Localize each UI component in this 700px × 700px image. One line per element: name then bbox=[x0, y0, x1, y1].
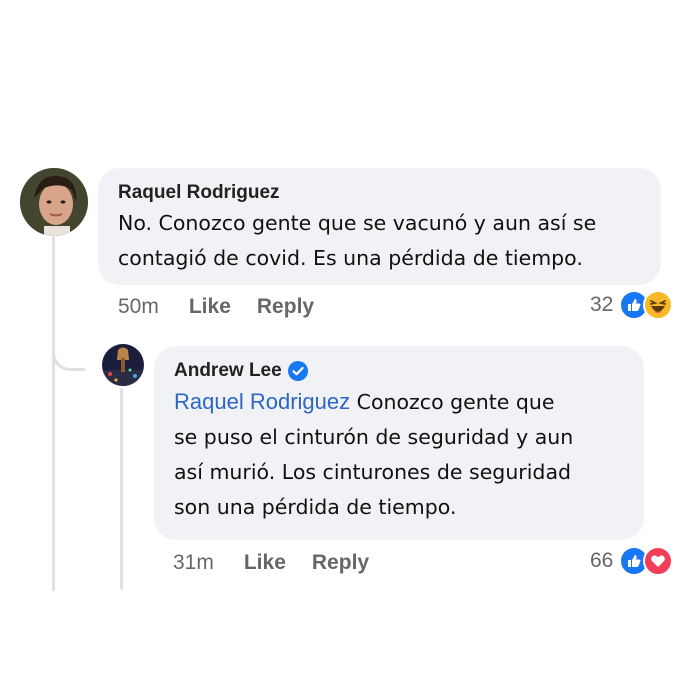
reply-button[interactable]: Reply bbox=[312, 551, 369, 575]
comment-meta: 50m Like Reply bbox=[118, 295, 340, 319]
comment-text: No. Conozco gente que se vacunó y aun as… bbox=[118, 206, 661, 276]
like-button[interactable]: Like bbox=[244, 551, 286, 575]
comment-meta: 31m Like Reply bbox=[173, 551, 395, 575]
love-icon bbox=[643, 546, 674, 576]
reaction-summary[interactable]: 32 bbox=[590, 290, 674, 320]
comment-timestamp[interactable]: 50m bbox=[118, 295, 159, 319]
thread-line-main bbox=[52, 236, 55, 591]
comment-text-line: No. Conozco gente que se vacunó y aun as… bbox=[118, 211, 597, 235]
avatar[interactable] bbox=[102, 344, 144, 386]
reply-bubble: Andrew Lee Raquel Rodriguez Conozco gent… bbox=[154, 346, 644, 540]
comment-text-line: así murió. Los cinturones de seguridad bbox=[174, 460, 572, 484]
reaction-count: 66 bbox=[590, 549, 614, 572]
like-button[interactable]: Like bbox=[189, 295, 231, 319]
comment-text: Raquel Rodriguez Conozco gente que se pu… bbox=[174, 384, 644, 525]
comment-bubble: Raquel Rodriguez No. Conozco gente que s… bbox=[98, 168, 661, 285]
reply-button[interactable]: Reply bbox=[257, 295, 314, 319]
verified-badge-icon bbox=[287, 361, 308, 381]
author-name[interactable]: Andrew Lee bbox=[174, 360, 282, 382]
user-avatar-image bbox=[20, 168, 88, 236]
comment-text-line: contagió de covid. Es una pérdida de tie… bbox=[118, 246, 583, 270]
comment-text-line: Raquel Rodriguez Conozco gente que bbox=[174, 384, 644, 420]
comment-text-line: se puso el cinturón de seguridad y aun bbox=[174, 425, 574, 449]
comment-text-line: son una pérdida de tiempo. bbox=[174, 495, 457, 519]
avatar[interactable] bbox=[20, 168, 88, 236]
user-avatar-image bbox=[102, 344, 144, 386]
comment-text-segment: Conozco gente que bbox=[356, 390, 555, 414]
comment-author[interactable]: Andrew Lee bbox=[174, 360, 644, 382]
haha-icon bbox=[643, 290, 674, 320]
reaction-count: 32 bbox=[590, 293, 614, 316]
mention-link[interactable]: Raquel Rodriguez bbox=[174, 389, 350, 414]
author-name[interactable]: Raquel Rodriguez bbox=[118, 182, 280, 204]
thread-line-reply bbox=[120, 388, 123, 590]
reaction-summary[interactable]: 66 bbox=[590, 546, 674, 576]
comment-author[interactable]: Raquel Rodriguez bbox=[118, 182, 661, 204]
comment-timestamp[interactable]: 31m bbox=[173, 551, 214, 575]
thread-line-branch bbox=[52, 346, 85, 371]
